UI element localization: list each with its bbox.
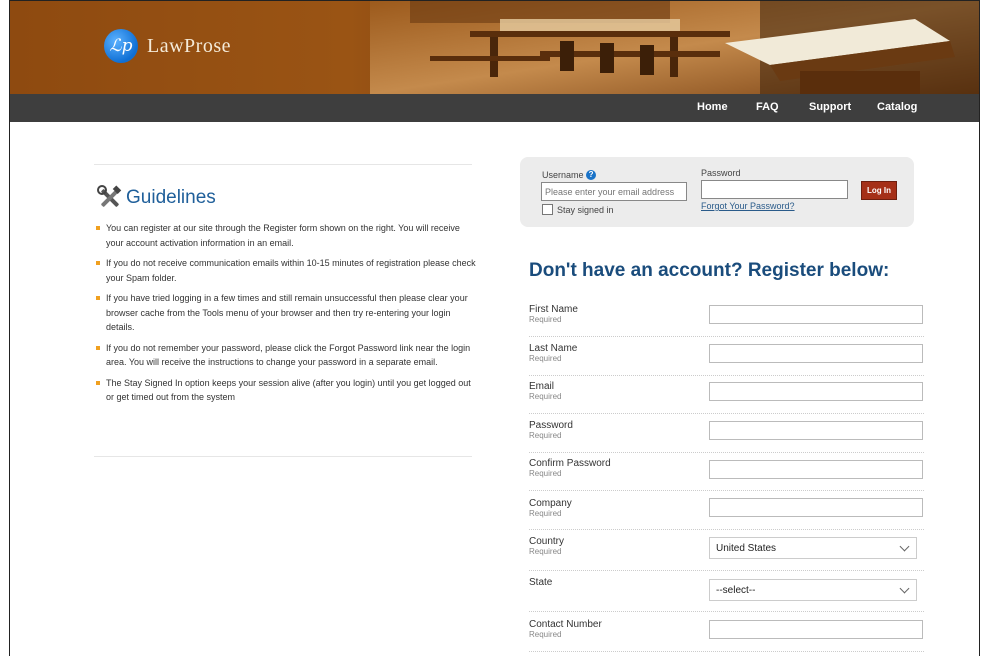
list-item: The Stay Signed In option keeps your ses… bbox=[96, 376, 478, 405]
state-select[interactable]: --select-- bbox=[709, 579, 917, 601]
form-row-contact-number: Contact Number Required bbox=[529, 619, 924, 652]
guidelines-title: Guidelines bbox=[126, 187, 216, 208]
tools-icon bbox=[97, 185, 122, 207]
required-label: Required bbox=[529, 392, 562, 401]
top-nav: Home FAQ Support Catalog bbox=[10, 94, 979, 122]
stay-signed-in-checkbox[interactable] bbox=[542, 204, 553, 215]
nav-catalog[interactable]: Catalog bbox=[877, 101, 917, 113]
library-banner-image bbox=[370, 1, 979, 94]
username-input[interactable] bbox=[541, 182, 687, 201]
password-input[interactable] bbox=[701, 180, 848, 199]
guideline-text: You can register at our site through the… bbox=[106, 223, 460, 248]
bullet-icon bbox=[96, 345, 100, 350]
divider-bottom bbox=[94, 456, 472, 457]
brand-logo[interactable]: ℒp LawProse bbox=[104, 29, 231, 63]
forgot-password-link[interactable]: Forgot Your Password? bbox=[701, 201, 795, 211]
field-label: Contact Number bbox=[529, 619, 602, 630]
password-label: Password bbox=[701, 168, 741, 178]
field-label: Country bbox=[529, 536, 565, 547]
bullet-icon bbox=[96, 380, 100, 385]
state-selected-value: --select-- bbox=[716, 585, 756, 596]
field-label: Confirm Password bbox=[529, 458, 611, 469]
last-name-input[interactable] bbox=[709, 344, 923, 363]
country-selected-value: United States bbox=[716, 543, 777, 554]
login-button[interactable]: Log In bbox=[861, 181, 897, 200]
list-item: If you have tried logging in a few times… bbox=[96, 291, 478, 335]
field-label: State bbox=[529, 577, 553, 588]
site-header: ℒp LawProse bbox=[10, 1, 979, 94]
list-item: If you do not remember your password, pl… bbox=[96, 341, 478, 370]
required-label: Required bbox=[529, 354, 562, 363]
brand-name: LawProse bbox=[147, 34, 231, 57]
guidelines-list: You can register at our site through the… bbox=[96, 221, 478, 411]
confirm-password-input[interactable] bbox=[709, 460, 923, 479]
company-input[interactable] bbox=[709, 498, 923, 517]
country-select[interactable]: United States bbox=[709, 537, 917, 559]
required-label: Required bbox=[529, 509, 562, 518]
form-row-password: Password Required bbox=[529, 420, 924, 453]
logo-mark-icon: ℒp bbox=[104, 29, 138, 63]
divider-top bbox=[94, 164, 472, 165]
bullet-icon bbox=[96, 261, 100, 265]
stay-signed-in-label: Stay signed in bbox=[557, 204, 614, 215]
nav-home[interactable]: Home bbox=[697, 101, 728, 113]
help-icon[interactable]: ? bbox=[586, 170, 597, 180]
nav-support[interactable]: Support bbox=[809, 101, 851, 113]
register-heading: Don't have an account? Register below: bbox=[529, 260, 890, 281]
email-input[interactable] bbox=[709, 382, 923, 401]
field-label: Last Name bbox=[529, 343, 578, 354]
form-row-last-name: Last Name Required bbox=[529, 343, 924, 376]
first-name-input[interactable] bbox=[709, 305, 923, 324]
bullet-icon bbox=[96, 226, 100, 230]
field-label: Password bbox=[529, 420, 573, 431]
form-row-country: Country Required United States bbox=[529, 536, 924, 571]
form-row-state: State --select-- bbox=[529, 577, 924, 612]
guidelines-heading: Guidelines bbox=[96, 184, 216, 212]
contact-number-input[interactable] bbox=[709, 620, 923, 639]
form-row-first-name: First Name Required bbox=[529, 304, 924, 337]
required-label: Required bbox=[529, 469, 562, 478]
required-label: Required bbox=[529, 547, 562, 556]
username-label: Username ? bbox=[542, 170, 597, 180]
field-label: Email bbox=[529, 381, 555, 392]
form-row-company: Company Required bbox=[529, 498, 924, 530]
required-label: Required bbox=[529, 630, 562, 639]
chevron-down-icon bbox=[899, 583, 910, 594]
stay-signed-in[interactable]: Stay signed in bbox=[542, 204, 614, 215]
chevron-down-icon bbox=[899, 541, 910, 552]
browser-frame: ℒp LawProse Home FAQ Support Catalog Gui… bbox=[9, 0, 980, 656]
field-label: Company bbox=[529, 498, 572, 509]
form-row-confirm-password: Confirm Password Required bbox=[529, 458, 924, 491]
guideline-text: If you have tried logging in a few times… bbox=[106, 293, 468, 332]
required-label: Required bbox=[529, 431, 562, 440]
nav-faq[interactable]: FAQ bbox=[756, 101, 779, 113]
register-password-input[interactable] bbox=[709, 421, 923, 440]
form-row-email: Email Required bbox=[529, 381, 924, 414]
bullet-icon bbox=[96, 296, 100, 300]
required-label: Required bbox=[529, 315, 562, 324]
guideline-text: The Stay Signed In option keeps your ses… bbox=[106, 377, 471, 403]
guideline-text: If you do not receive communication emai… bbox=[106, 258, 476, 283]
guideline-text: If you do not remember your password, pl… bbox=[106, 342, 471, 368]
list-item: If you do not receive communication emai… bbox=[96, 256, 478, 285]
field-label: First Name bbox=[529, 304, 578, 315]
list-item: You can register at our site through the… bbox=[96, 221, 478, 250]
